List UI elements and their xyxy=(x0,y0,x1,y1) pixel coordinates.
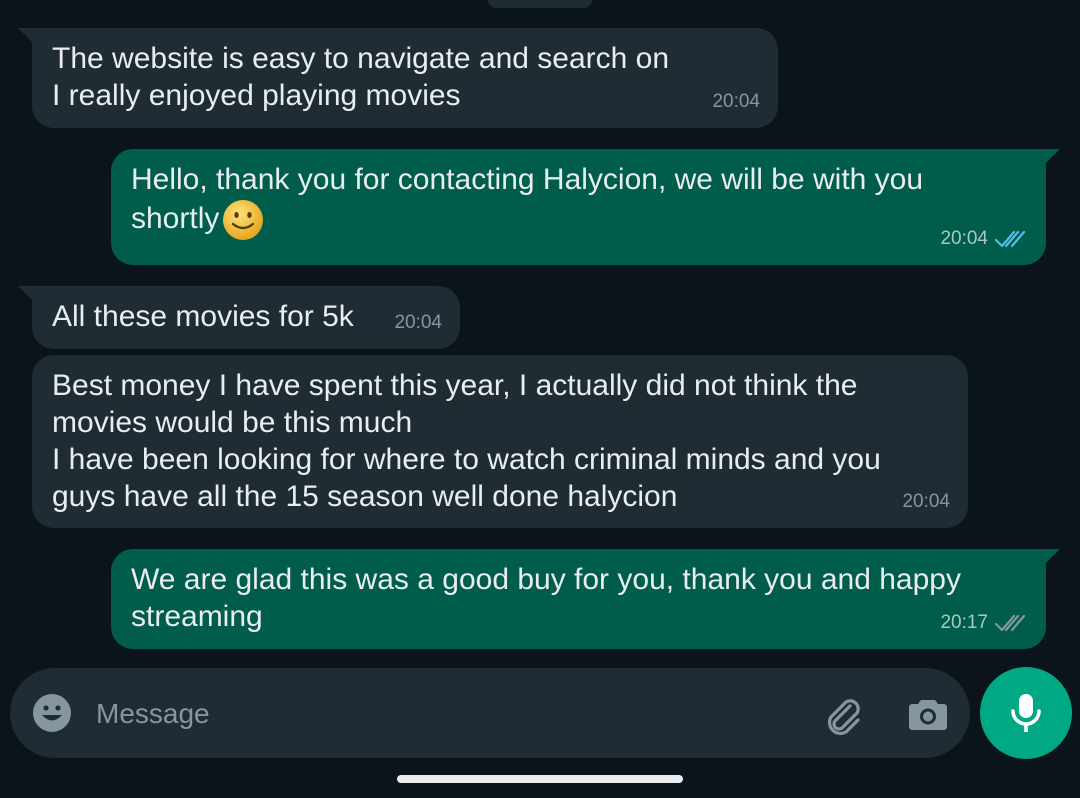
chat-area: The website is easy to navigate and sear… xyxy=(0,0,1080,670)
message-text: All these movies for 5k xyxy=(52,300,354,333)
message-time: 20:04 xyxy=(940,228,988,249)
message-bubble-outgoing[interactable]: We are glad this was a good buy for you,… xyxy=(111,549,1060,649)
emoji-icon[interactable] xyxy=(32,693,72,733)
paperclip-icon[interactable] xyxy=(820,692,864,736)
bubble-tail-icon xyxy=(1042,149,1060,167)
microphone-button[interactable] xyxy=(980,667,1072,759)
message-input[interactable] xyxy=(94,688,778,740)
read-double-check-icon xyxy=(994,229,1028,249)
bubble-tail-icon xyxy=(18,286,36,304)
message-time: 20:17 xyxy=(940,612,988,633)
bubble-tail-icon xyxy=(18,28,36,46)
date-chip xyxy=(488,0,592,8)
message-time: 20:04 xyxy=(394,312,442,333)
message-composer xyxy=(10,668,970,758)
message-bubble-incoming[interactable]: All these movies for 5k 20:04 xyxy=(18,286,460,349)
message-bubble-incoming[interactable]: Best money I have spent this year, I act… xyxy=(32,355,968,528)
slightly-smiling-face-icon xyxy=(223,200,264,240)
message-bubble-outgoing[interactable]: Hello, thank you for contacting Halycion… xyxy=(111,149,1060,265)
home-indicator[interactable] xyxy=(397,775,683,783)
delivered-double-check-icon xyxy=(994,613,1028,633)
message-bubble-incoming[interactable]: The website is easy to navigate and sear… xyxy=(18,28,778,128)
message-text: Best money I have spent this year, I act… xyxy=(52,369,881,513)
camera-icon[interactable] xyxy=(906,692,950,736)
microphone-icon xyxy=(1011,694,1041,732)
message-text: We are glad this was a good buy for you,… xyxy=(131,563,961,633)
message-time: 20:04 xyxy=(712,91,760,112)
bubble-tail-icon xyxy=(1042,549,1060,567)
message-text: The website is easy to navigate and sear… xyxy=(52,42,670,112)
message-time: 20:04 xyxy=(902,491,950,512)
